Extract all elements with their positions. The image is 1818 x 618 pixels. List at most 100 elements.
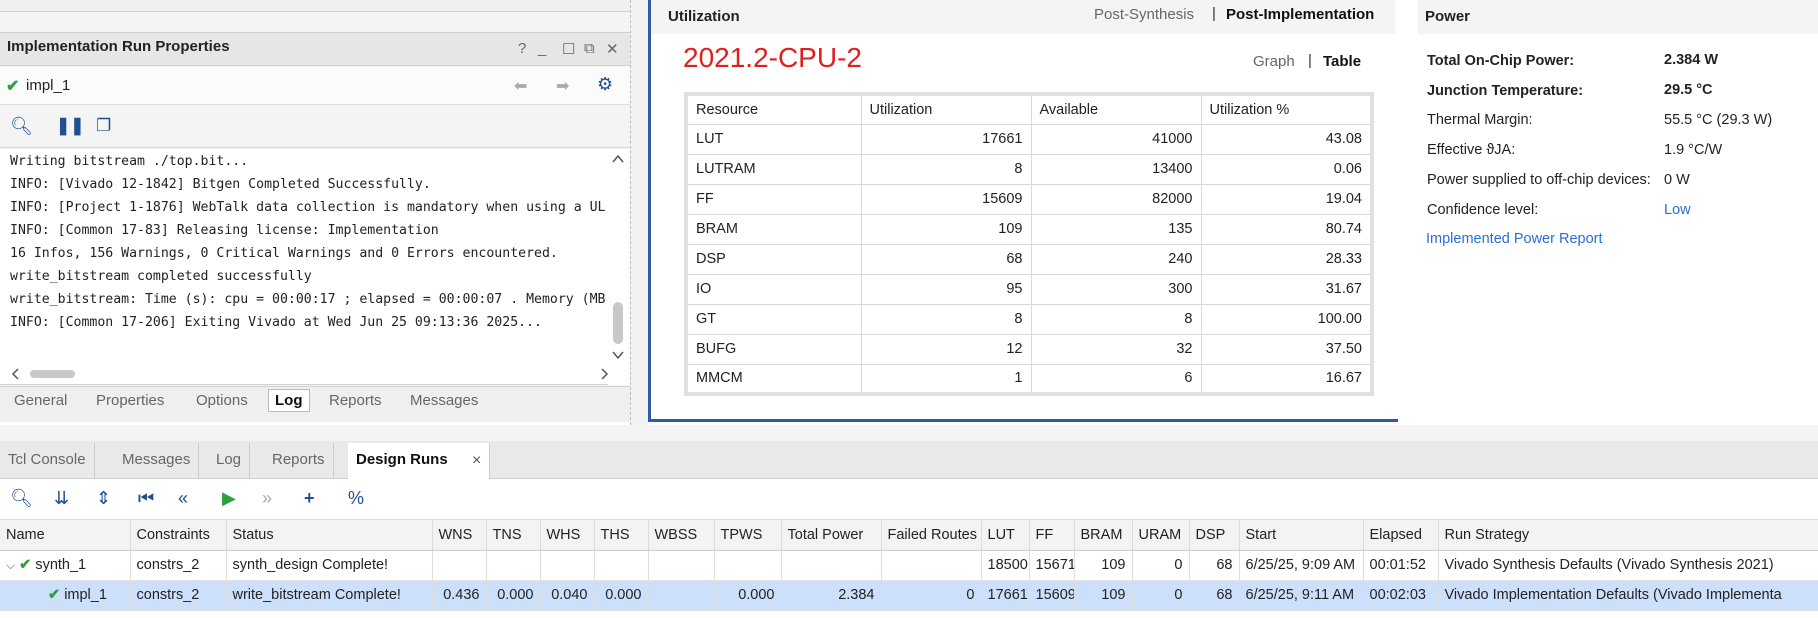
tab-log[interactable]: Log [268, 389, 310, 412]
col-run-strategy[interactable]: Run Strategy [1438, 520, 1818, 551]
cell [486, 550, 541, 581]
gear-icon[interactable]: ⚙ [597, 74, 613, 95]
cell [714, 550, 782, 581]
cell: 0.06 [1200, 153, 1373, 185]
effective-theta-label: Effective ϑJA: [1427, 142, 1516, 158]
minimize-icon[interactable]: _ [538, 40, 546, 57]
tab-design-runs[interactable]: Design Runs [348, 443, 490, 479]
table-row[interactable]: DSP 68 240 28.33 [685, 243, 1373, 275]
cell: Vivado Implementation Defaults (Vivado I… [1438, 580, 1818, 611]
utilization-table: Resource Utilization Available Utilizati… [684, 92, 1374, 396]
add-icon[interactable]: + [304, 488, 315, 509]
tab-graph[interactable]: Graph [1253, 53, 1295, 70]
cell: write_bitstream Complete! [226, 580, 433, 611]
col-bram[interactable]: BRAM [1074, 520, 1133, 551]
confidence-label: Confidence level: [1427, 202, 1539, 218]
collapse-all-icon[interactable]: ⇊ [54, 488, 69, 509]
table-row[interactable]: FF 15609 82000 19.04 [685, 183, 1373, 215]
table-row[interactable]: ✔ impl_1 constrs_2 write_bitstream Compl… [0, 580, 1818, 611]
cell: 109 [1074, 580, 1133, 611]
col-start[interactable]: Start [1239, 520, 1364, 551]
cell [432, 550, 487, 581]
forward-arrow-icon[interactable]: ➡ [556, 76, 569, 96]
log-line: INFO: [Project 1-1876] WebTalk data coll… [10, 200, 606, 215]
horizontal-scrollbar[interactable] [10, 366, 610, 382]
col-resource: Resource [685, 93, 862, 125]
table-row[interactable]: IO 95 300 31.67 [685, 273, 1373, 305]
log-toolbar [0, 108, 630, 148]
cell: 82000 [1030, 183, 1202, 215]
pane-splitter[interactable] [0, 425, 1818, 441]
panel-divider[interactable] [630, 0, 648, 425]
tab-bottom-messages[interactable]: Messages [114, 443, 200, 479]
table-row[interactable]: BRAM 109 135 80.74 [685, 213, 1373, 245]
table-row[interactable]: GT 8 8 100.00 [685, 303, 1373, 335]
cell: 31.67 [1200, 273, 1373, 305]
col-wbss[interactable]: WBSS [648, 520, 715, 551]
col-tns[interactable]: TNS [486, 520, 541, 551]
table-row[interactable]: LUT 17661 41000 43.08 [685, 123, 1373, 155]
search-icon[interactable]: 🔍︎ [10, 488, 33, 509]
help-icon[interactable]: ? [518, 40, 526, 57]
col-total-power[interactable]: Total Power [781, 520, 882, 551]
percent-icon[interactable]: % [348, 488, 364, 509]
confidence-value-link[interactable]: Low [1664, 202, 1691, 218]
tab-post-implementation[interactable]: Post-Implementation [1226, 6, 1374, 23]
close-tab-icon[interactable]: × [472, 452, 481, 470]
fast-forward-icon[interactable]: » [262, 488, 272, 509]
cell: 68 [860, 243, 1032, 275]
pause-icon[interactable]: ❚❚ [56, 116, 85, 136]
col-ths[interactable]: THS [594, 520, 649, 551]
col-dsp[interactable]: DSP [1189, 520, 1240, 551]
copy-icon[interactable]: ❐ [96, 116, 111, 136]
col-name[interactable]: Name [0, 520, 131, 551]
check-icon: ✔ [48, 587, 61, 603]
log-line: write_bitstream completed successfully [10, 269, 312, 284]
tab-options[interactable]: Options [196, 392, 248, 409]
col-whs[interactable]: WHS [540, 520, 595, 551]
tab-bottom-log[interactable]: Log [208, 443, 251, 479]
col-status[interactable]: Status [226, 520, 433, 551]
power-report-link[interactable]: Implemented Power Report [1426, 231, 1603, 247]
float-icon[interactable]: ⧉ [584, 40, 595, 57]
tab-reports[interactable]: Reports [329, 392, 382, 409]
cell: DSP [685, 243, 862, 275]
cell: 32 [1030, 333, 1202, 365]
launch-run-icon[interactable]: ▶ [222, 488, 236, 509]
first-icon[interactable]: ⏮ [138, 488, 154, 509]
close-icon[interactable]: ✕ [606, 40, 619, 58]
table-row[interactable]: BUFG 12 32 37.50 [685, 333, 1373, 365]
junction-temp-value: 29.5 °C [1664, 82, 1713, 98]
tab-properties[interactable]: Properties [96, 392, 164, 409]
maximize-icon[interactable]: ☐ [562, 40, 575, 58]
search-icon[interactable]: 🔍︎ [10, 116, 33, 137]
cell: 8 [860, 303, 1032, 335]
expand-all-icon[interactable]: ⇕ [96, 488, 111, 509]
col-tpws[interactable]: TPWS [714, 520, 782, 551]
cell: 300 [1030, 273, 1202, 305]
col-elapsed[interactable]: Elapsed [1363, 520, 1439, 551]
chevron-down-icon[interactable]: ⌵ [6, 558, 15, 572]
tab-general[interactable]: General [14, 392, 67, 409]
col-lut[interactable]: LUT [981, 520, 1030, 551]
back-arrow-icon[interactable]: ⬅ [514, 76, 527, 96]
col-uram[interactable]: URAM [1132, 520, 1190, 551]
col-ff[interactable]: FF [1029, 520, 1075, 551]
rewind-icon[interactable]: « [178, 488, 188, 509]
run-name: impl_1 [64, 587, 107, 603]
cell: 68 [1189, 550, 1240, 581]
table-row[interactable]: LUTRAM 8 13400 0.06 [685, 153, 1373, 185]
table-row[interactable]: ⌵ ✔ synth_1 constrs_2 synth_design Compl… [0, 550, 1818, 581]
tab-tcl-console[interactable]: Tcl Console [0, 443, 95, 479]
vertical-scrollbar[interactable] [610, 152, 626, 362]
col-wns[interactable]: WNS [432, 520, 487, 551]
top-strip [0, 0, 630, 12]
col-constraints[interactable]: Constraints [130, 520, 227, 551]
cell: 1 [860, 363, 1032, 395]
col-failed-routes[interactable]: Failed Routes [881, 520, 982, 551]
table-row[interactable]: MMCM 1 6 16.67 [685, 363, 1373, 395]
tab-bottom-reports[interactable]: Reports [264, 443, 334, 479]
tab-messages[interactable]: Messages [410, 392, 478, 409]
tab-table[interactable]: Table [1323, 53, 1361, 70]
tab-post-synthesis[interactable]: Post-Synthesis [1094, 6, 1194, 23]
